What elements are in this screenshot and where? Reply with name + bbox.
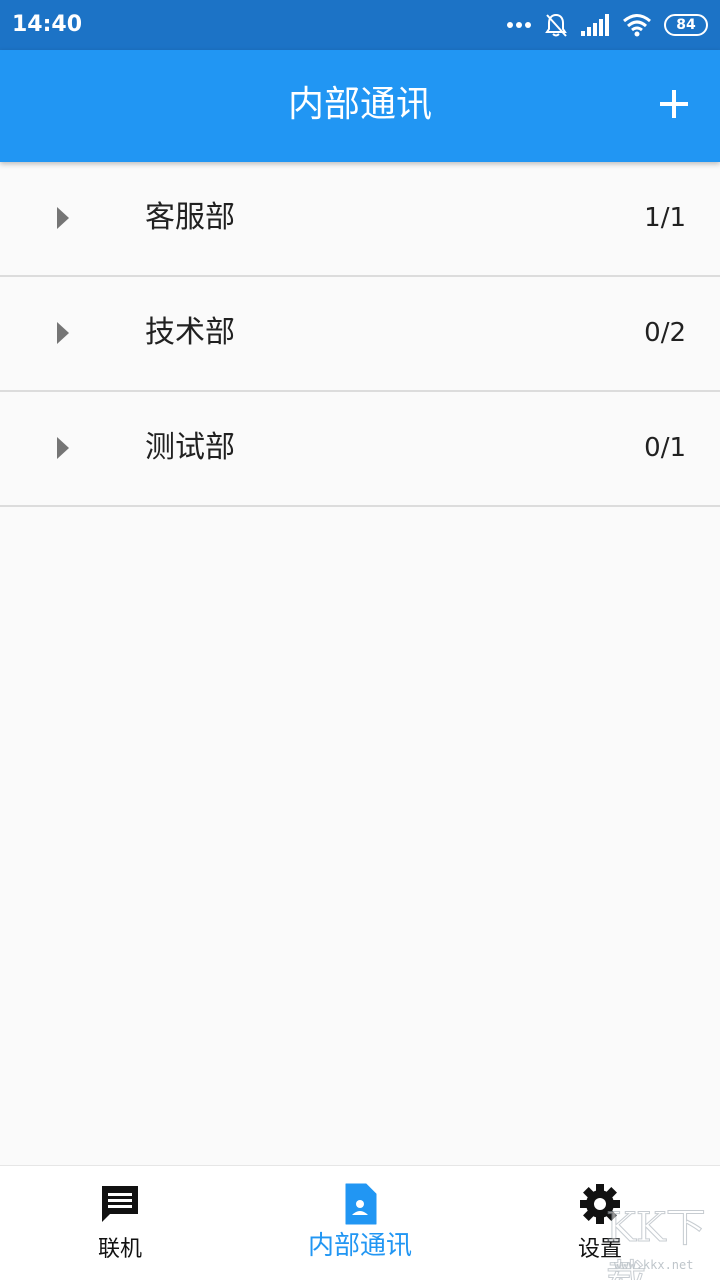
bottom-navigation: 联机 内部通讯 设置	[0, 1165, 720, 1280]
page-title: 内部通讯	[287, 84, 432, 125]
department-list: 客服部 1/1 技术部 0/2 测试部 0/1	[0, 162, 720, 507]
wifi-icon	[622, 13, 652, 37]
more-dots-icon	[506, 21, 532, 29]
department-row[interactable]: 客服部 1/1	[0, 162, 720, 277]
battery-icon: 84	[664, 14, 708, 36]
department-name: 客服部	[145, 200, 235, 235]
nav-item-online[interactable]: 联机	[0, 1166, 240, 1280]
expand-arrow-icon	[56, 436, 70, 460]
department-online-count: 0/2	[644, 318, 686, 348]
department-row[interactable]: 测试部 0/1	[0, 392, 720, 507]
status-time: 14:40	[12, 12, 83, 37]
department-online-count: 1/1	[644, 203, 686, 233]
department-name: 测试部	[145, 430, 235, 465]
gear-icon	[578, 1182, 622, 1226]
app-bar: 内部通讯	[0, 50, 720, 162]
nav-label: 内部通讯	[307, 1231, 412, 1261]
department-name: 技术部	[145, 315, 235, 350]
add-button[interactable]	[650, 82, 698, 130]
expand-arrow-icon	[56, 206, 70, 230]
screen: 14:40 84 内部通讯 客服部 1/1 技术部 0/2 测试部 0/1 联机…	[0, 0, 720, 1280]
department-row[interactable]: 技术部 0/2	[0, 277, 720, 392]
nav-label: 联机	[97, 1237, 142, 1262]
chat-icon	[98, 1182, 142, 1226]
battery-level: 84	[676, 17, 696, 33]
bell-off-icon	[544, 12, 568, 38]
status-icons: 84	[506, 11, 708, 39]
contact-card-icon	[338, 1182, 382, 1226]
plus-icon	[658, 88, 690, 124]
expand-arrow-icon	[56, 321, 70, 345]
nav-item-settings[interactable]: 设置	[480, 1166, 720, 1280]
department-online-count: 0/1	[644, 433, 686, 463]
nav-label: 设置	[577, 1237, 622, 1262]
signal-icon	[580, 13, 610, 37]
nav-item-internal-comm[interactable]: 内部通讯	[240, 1166, 480, 1280]
status-bar: 14:40 84	[0, 0, 720, 50]
